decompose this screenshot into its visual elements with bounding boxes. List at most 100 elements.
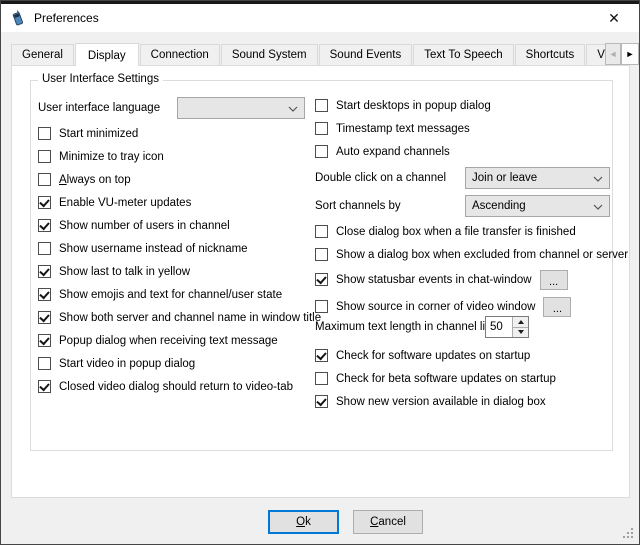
checkbox-row[interactable]: Show new version available in dialog box [315,390,556,413]
max-text-length-spinner[interactable]: 50 [485,316,529,338]
checkbox[interactable] [38,173,51,186]
close-button[interactable]: ✕ [599,4,629,32]
double-click-label: Double click on a channel [315,167,446,189]
checkbox-label: Start video in popup dialog [59,358,195,370]
checkbox-label: Start minimized [59,128,138,140]
chevron-right-icon: ► [626,49,635,59]
right-mid-checkbox-list: Close dialog box when a file transfer is… [315,220,628,320]
checkbox-row[interactable]: Start video in popup dialog [38,352,321,375]
checkbox[interactable] [315,372,328,385]
checkbox-row[interactable]: Show number of users in channel [38,214,321,237]
cancel-button[interactable]: Cancel [353,510,423,534]
checkbox-row[interactable]: Show emojis and text for channel/user st… [38,283,321,306]
tab-label: Sound System [232,49,307,61]
checkbox[interactable] [315,395,328,408]
tab-label: Sound Events [330,49,402,61]
tab[interactable]: Video [586,44,605,66]
max-text-length-value: 50 [486,317,512,337]
checkbox[interactable] [38,334,51,347]
checkbox[interactable] [315,99,328,112]
ellipsis-button[interactable]: ... [540,270,568,290]
checkbox-label: Start desktops in popup dialog [336,100,491,112]
checkbox-row[interactable]: Popup dialog when receiving text message [38,329,321,352]
sort-channels-select[interactable]: Ascending [465,195,610,217]
ok-button[interactable]: Ok [268,510,339,534]
spin-up-button[interactable] [513,317,528,327]
titlebar: Preferences ✕ [1,4,639,32]
checkbox[interactable] [38,242,51,255]
checkbox-row[interactable]: Check for beta software updates on start… [315,367,556,390]
checkbox[interactable] [315,225,328,238]
checkbox[interactable] [38,150,51,163]
checkbox-row[interactable]: Show a dialog box when excluded from cha… [315,243,628,266]
checkbox-label: Enable VU-meter updates [59,197,191,209]
checkbox-row[interactable]: Start desktops in popup dialog [315,94,491,117]
tab-label: General [22,49,63,61]
checkbox[interactable] [315,300,328,313]
checkbox-label: Minimize to tray icon [59,151,164,163]
tab[interactable]: Shortcuts [515,44,586,66]
checkbox[interactable] [315,122,328,135]
checkbox-label: Check for software updates on startup [336,350,530,362]
checkbox-label: Timestamp text messages [336,123,470,135]
checkbox-label: Show last to talk in yellow [59,266,190,278]
chevron-down-icon [288,106,298,112]
checkbox[interactable] [38,127,51,140]
checkbox-row[interactable]: Always on top [38,168,321,191]
sort-channels-value: Ascending [472,200,526,212]
checkbox-row[interactable]: Show username instead of nickname [38,237,321,260]
checkbox-label: Show both server and channel name in win… [59,312,321,324]
checkbox-label: Show a dialog box when excluded from cha… [336,249,628,261]
double-click-select[interactable]: Join or leave [465,167,610,189]
window-title: Preferences [34,11,99,25]
tab[interactable]: Text To Speech [413,44,513,66]
checkbox[interactable] [38,196,51,209]
checkbox[interactable] [315,145,328,158]
checkbox-label: Closed video dialog should return to vid… [59,381,293,393]
checkbox[interactable] [315,248,328,261]
checkbox-row[interactable]: Show last to talk in yellow [38,260,321,283]
checkbox-row[interactable]: Closed video dialog should return to vid… [38,375,321,398]
checkbox-row[interactable]: Minimize to tray icon [38,145,321,168]
tab-label: Shortcuts [526,49,575,61]
ellipsis-button[interactable]: ... [543,297,571,317]
checkbox-row[interactable]: Start minimized [38,122,321,145]
tab-label: Display [88,50,126,62]
checkbox-row[interactable]: Show statusbar events in chat-window ... [315,266,628,293]
checkbox[interactable] [38,380,51,393]
checkbox[interactable] [38,265,51,278]
tab[interactable]: Connection [140,44,220,66]
tab-scroll-left-button[interactable]: ◄ [605,43,621,65]
checkbox[interactable] [38,311,51,324]
group-title: User Interface Settings [38,73,163,85]
tab[interactable]: Sound System [221,44,318,66]
checkbox-label: Popup dialog when receiving text message [59,335,278,347]
checkbox-label: Show source in corner of video window [336,301,535,313]
checkbox[interactable] [38,357,51,370]
checkbox-row[interactable]: Enable VU-meter updates [38,191,321,214]
checkbox[interactable] [38,288,51,301]
checkbox[interactable] [38,219,51,232]
tab[interactable]: Sound Events [319,44,413,66]
checkbox-row[interactable]: Show both server and channel name in win… [38,306,321,329]
checkbox[interactable] [315,273,328,286]
tab-scroll-right-button[interactable]: ► [621,43,639,65]
tab[interactable]: General [11,44,74,66]
checkbox-label: Show number of users in channel [59,220,230,232]
checkbox-row[interactable]: Timestamp text messages [315,117,491,140]
language-label: User interface language [38,97,160,119]
checkbox[interactable] [315,349,328,362]
left-checkbox-list: Start minimized Minimize to tray icon Al… [38,122,321,398]
spin-down-button[interactable] [513,327,528,338]
tab[interactable]: Display [75,43,139,66]
checkbox-row[interactable]: Check for software updates on startup [315,344,556,367]
chevron-down-icon [593,204,603,210]
checkbox-label: Always on top [59,174,131,186]
language-select[interactable] [177,97,305,119]
checkbox-row[interactable]: Auto expand channels [315,140,491,163]
checkbox-label: Show username instead of nickname [59,243,248,255]
checkbox-row[interactable]: Close dialog box when a file transfer is… [315,220,628,243]
resize-grip[interactable] [623,528,635,540]
triangle-up-icon [518,320,524,324]
tab-bar: General Display Connection Sound System … [11,42,605,66]
